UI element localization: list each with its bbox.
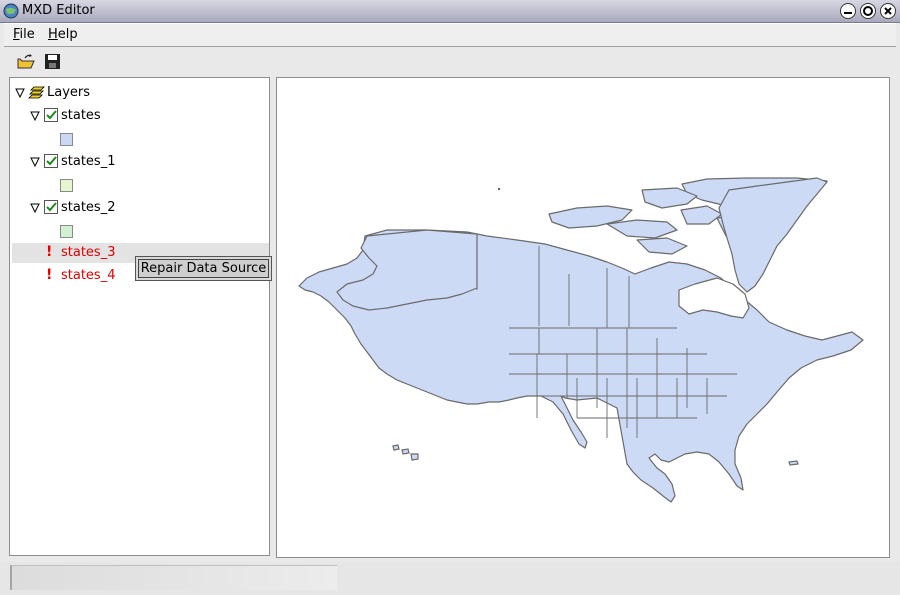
hawaii-islands	[392, 444, 799, 466]
layer-symbol-swatch	[60, 133, 73, 146]
repair-data-source-button[interactable]: Repair Data Source	[138, 259, 269, 278]
layer-label: states_1	[61, 154, 116, 169]
layer-row-states-2[interactable]: states_2	[12, 198, 267, 218]
expand-triangle-icon[interactable]	[30, 203, 40, 213]
warning-icon: !	[46, 244, 53, 260]
open-folder-icon	[17, 54, 35, 69]
title-bar: MXD Editor	[0, 0, 900, 23]
expand-triangle-icon[interactable]	[15, 88, 25, 98]
close-icon	[884, 7, 892, 15]
floppy-disk-icon	[45, 54, 60, 69]
checkmark-icon	[46, 110, 57, 120]
status-field	[10, 565, 337, 590]
layer-label: states_2	[61, 200, 116, 215]
layer-label-broken: states_3	[61, 245, 116, 260]
minimize-button[interactable]	[840, 3, 856, 19]
layer-tree-panel: Layers states states_1 states_2 ! states…	[9, 77, 270, 556]
layer-label: states	[61, 108, 101, 123]
open-button[interactable]	[16, 52, 36, 72]
tree-root-label: Layers	[47, 85, 91, 100]
layer-visibility-checkbox[interactable]	[44, 154, 58, 168]
toolbar	[4, 48, 896, 74]
layer-symbol-swatch	[60, 225, 73, 238]
expand-triangle-icon[interactable]	[30, 111, 40, 121]
checkmark-icon	[46, 202, 57, 212]
arctic-island	[680, 205, 723, 225]
checkmark-icon	[46, 156, 57, 166]
minimize-icon	[844, 12, 852, 14]
menu-help[interactable]: Help	[48, 27, 78, 42]
small-island	[497, 187, 501, 191]
context-menu: Repair Data Source	[135, 256, 272, 281]
layer-row-states[interactable]: states	[12, 106, 267, 126]
layer-row-states-1[interactable]: states_1	[12, 152, 267, 172]
layers-icon	[28, 86, 45, 99]
warning-icon: !	[46, 267, 53, 283]
maximize-button[interactable]	[860, 3, 876, 19]
menu-help-label: Help	[48, 27, 78, 42]
menu-file-label: File	[13, 27, 35, 42]
arctic-island	[636, 237, 688, 255]
menu-file[interactable]: File	[13, 27, 35, 42]
window-title: MXD Editor	[22, 3, 95, 18]
close-button[interactable]	[880, 3, 896, 19]
globe-icon	[3, 3, 19, 19]
greenland	[718, 177, 828, 293]
layer-symbol-swatch	[60, 179, 73, 192]
layer-label-broken: states_4	[61, 268, 116, 283]
status-bar	[0, 562, 900, 595]
arctic-island	[606, 219, 678, 239]
tree-root[interactable]: Layers	[12, 83, 267, 103]
north-america-map	[298, 177, 864, 503]
menu-bar: File Help	[4, 23, 896, 47]
expand-triangle-icon[interactable]	[30, 157, 40, 167]
map-view[interactable]	[276, 77, 890, 558]
save-button[interactable]	[43, 52, 63, 72]
maximize-icon	[863, 6, 873, 16]
layer-visibility-checkbox[interactable]	[44, 108, 58, 122]
layer-visibility-checkbox[interactable]	[44, 200, 58, 214]
